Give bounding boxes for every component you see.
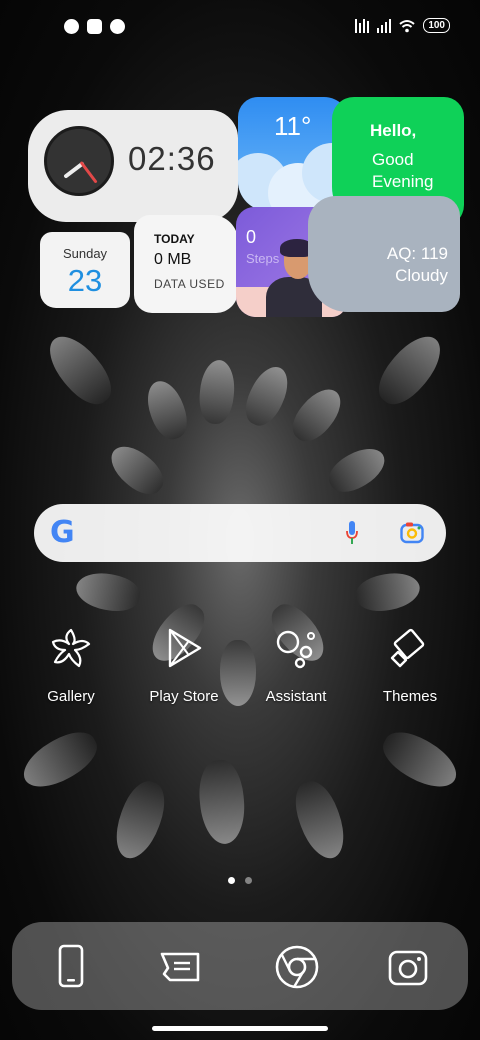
google-logo: G [50,515,75,550]
chrome-icon[interactable] [274,944,320,990]
app-assistant[interactable]: Assistant [246,626,346,705]
themes-icon [390,628,425,668]
status-right-icons: 100 [355,18,450,33]
page-dot-active [228,877,235,884]
steps-label: Steps [246,251,280,266]
status-left-icons [64,19,125,34]
square-icon [87,19,102,34]
signal-icon [355,18,370,33]
page-indicator [0,877,480,884]
temperature: 11° [274,111,312,141]
app-label: Themes [382,688,438,705]
clock-widget[interactable]: 02:36 [28,110,238,222]
page-dot [245,877,252,884]
wifi-icon [399,19,415,32]
steps-count: 0 [246,227,257,247]
battery-icon: 100 [423,18,450,33]
lens-icon[interactable] [400,522,424,544]
signal-icon [377,18,392,33]
notification-icon [110,19,125,34]
app-gallery[interactable]: Gallery [21,626,121,705]
camera-icon[interactable] [386,944,432,990]
analog-clock-icon [44,126,114,196]
status-bar: 100 [0,0,480,56]
app-label: Play Store [149,688,219,705]
data-amount: 0 MB [154,251,192,268]
assistant-icon [276,630,315,669]
dock [12,922,468,1010]
phone-icon[interactable] [48,944,94,990]
date-widget[interactable]: Sunday 23 [40,232,130,308]
day-name: Sunday [62,246,108,261]
app-label: Gallery [47,688,95,705]
data-usage-widget[interactable]: TODAY 0 MB DATA USED [134,215,238,313]
data-period: TODAY [154,232,195,246]
air-quality-widget[interactable]: AQ: 119 Cloudy [308,196,460,312]
google-search-bar[interactable]: G [34,504,446,562]
weather-condition: Cloudy [395,266,448,285]
app-label: Assistant [265,688,327,705]
notification-icon [64,19,79,34]
mic-icon[interactable] [346,521,358,545]
day-number: 23 [67,263,103,298]
app-play-store[interactable]: Play Store [134,626,234,705]
clock-time: 02:36 [128,140,216,177]
gesture-navigation-bar[interactable] [152,1026,328,1031]
app-themes[interactable]: Themes [360,626,460,705]
messages-icon[interactable] [158,944,204,990]
greeting-text: Good Evening [372,150,434,191]
play-store-icon [168,628,202,668]
data-label: DATA USED [154,277,225,291]
greeting-title: Hello, [370,121,417,140]
air-quality-value: AQ: 119 [386,244,448,263]
gallery-icon [51,628,91,668]
